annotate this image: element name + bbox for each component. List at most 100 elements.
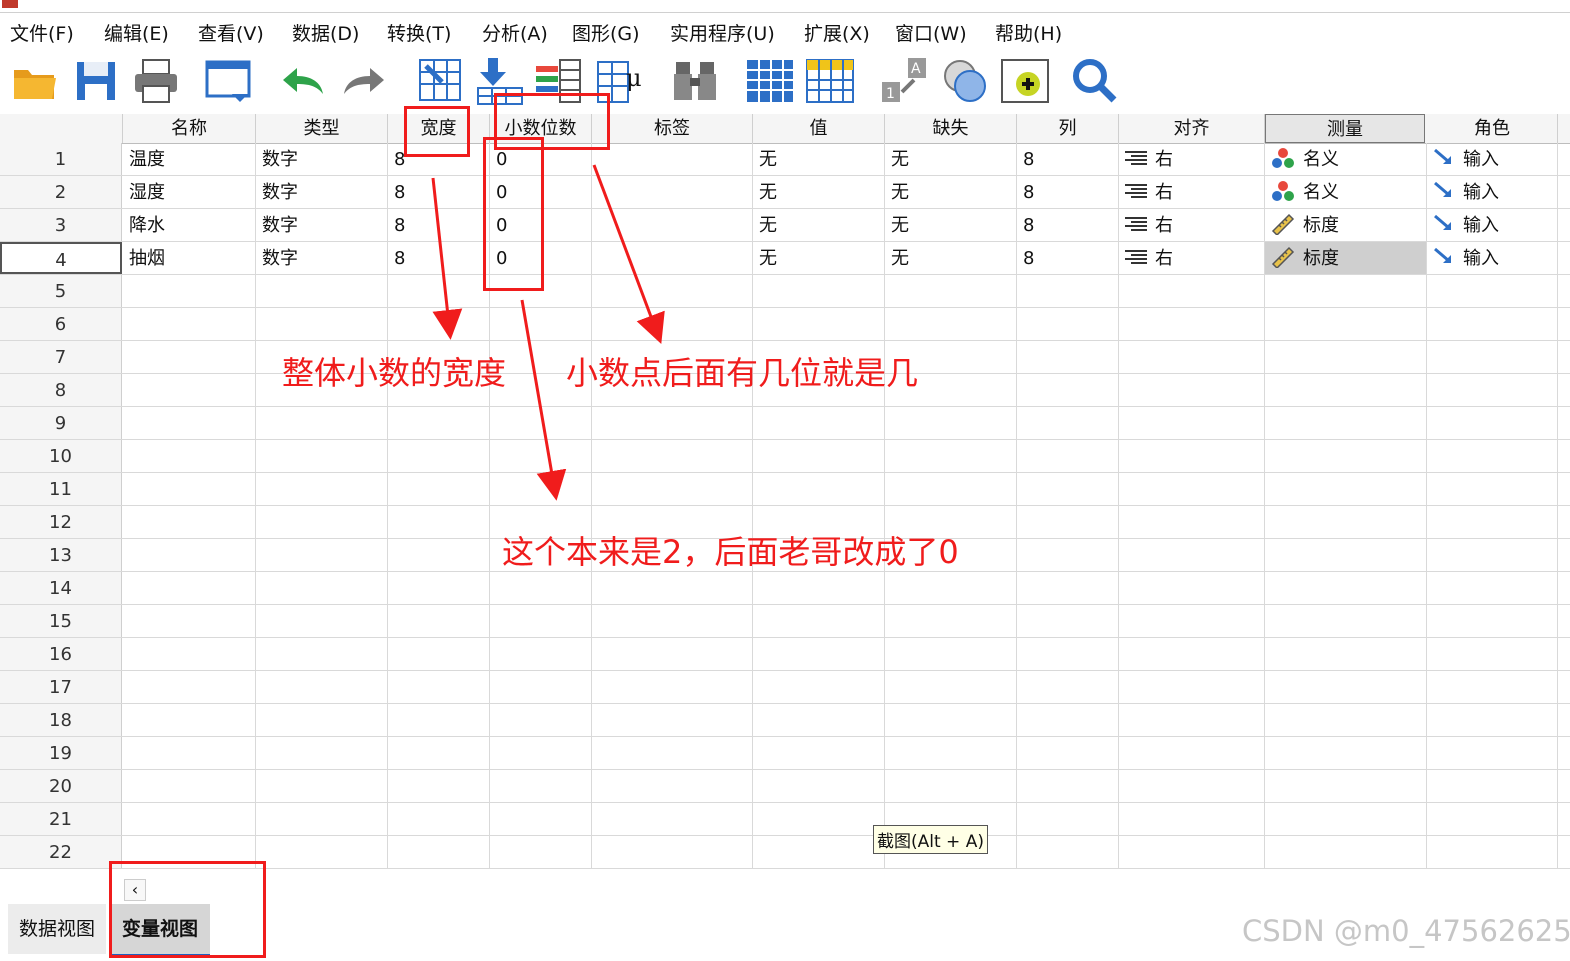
cell-label[interactable] xyxy=(592,605,753,637)
cell-measure[interactable] xyxy=(1265,605,1427,637)
cell-width[interactable] xyxy=(388,671,490,703)
cell-label[interactable] xyxy=(592,836,753,868)
insert-variable-icon[interactable] xyxy=(805,56,855,106)
cell-name[interactable] xyxy=(123,572,256,604)
search-icon[interactable] xyxy=(1070,56,1120,106)
cell-decimals[interactable] xyxy=(490,308,592,340)
row-number[interactable]: 14 xyxy=(0,572,122,604)
cell-align[interactable] xyxy=(1119,308,1265,340)
cell-decimals[interactable] xyxy=(490,440,592,472)
cell-decimals[interactable] xyxy=(490,572,592,604)
cell-role[interactable] xyxy=(1427,440,1558,472)
cell-decimals[interactable] xyxy=(490,770,592,802)
cell-width[interactable] xyxy=(388,407,490,439)
cell-type[interactable] xyxy=(256,275,388,307)
cell-missing[interactable] xyxy=(885,704,1017,736)
cell-width[interactable]: 8 xyxy=(388,176,490,208)
cell-type[interactable] xyxy=(256,440,388,472)
value-labels-icon[interactable] xyxy=(1000,56,1050,106)
menu-help[interactable]: 帮助(H) xyxy=(995,19,1062,46)
header-measure[interactable]: 测量 xyxy=(1265,114,1425,143)
cell-type[interactable] xyxy=(256,836,388,868)
cell-width[interactable] xyxy=(388,638,490,670)
cell-role[interactable] xyxy=(1427,605,1558,637)
cell-decimals[interactable] xyxy=(490,638,592,670)
cell-type[interactable]: 数字 xyxy=(256,176,388,208)
header-role[interactable]: 角色 xyxy=(1427,114,1558,143)
cell-role[interactable]: 输入 xyxy=(1427,176,1558,208)
row-number[interactable]: 6 xyxy=(0,308,122,340)
cell-columns[interactable] xyxy=(1017,473,1119,505)
cell-role[interactable] xyxy=(1427,638,1558,670)
cell-type[interactable]: 数字 xyxy=(256,209,388,241)
row-number[interactable]: 7 xyxy=(0,341,122,373)
cell-columns[interactable] xyxy=(1017,704,1119,736)
cell-columns[interactable]: 8 xyxy=(1017,143,1119,175)
cell-role[interactable]: 输入 xyxy=(1427,209,1558,241)
cell-align[interactable]: 右 xyxy=(1119,242,1265,274)
cell-columns[interactable] xyxy=(1017,374,1119,406)
cell-measure[interactable]: 名义 xyxy=(1265,143,1427,175)
cell-role[interactable] xyxy=(1427,572,1558,604)
cell-name[interactable]: 湿度 xyxy=(123,176,256,208)
row-number[interactable]: 20 xyxy=(0,770,122,802)
cell-name[interactable] xyxy=(123,770,256,802)
row-number[interactable]: 2 xyxy=(0,176,122,208)
cell-width[interactable]: 8 xyxy=(388,209,490,241)
cell-missing[interactable] xyxy=(885,275,1017,307)
cell-align[interactable] xyxy=(1119,473,1265,505)
cell-missing[interactable] xyxy=(885,473,1017,505)
row-number[interactable]: 19 xyxy=(0,737,122,769)
cell-name[interactable] xyxy=(123,440,256,472)
cell-decimals[interactable] xyxy=(490,737,592,769)
cell-values[interactable] xyxy=(753,308,885,340)
cell-decimals[interactable] xyxy=(490,671,592,703)
cell-role[interactable] xyxy=(1427,374,1558,406)
cell-width[interactable] xyxy=(388,605,490,637)
cell-align[interactable] xyxy=(1119,506,1265,538)
menu-data[interactable]: 数据(D) xyxy=(292,19,359,46)
cell-width[interactable] xyxy=(388,539,490,571)
cell-name[interactable] xyxy=(123,275,256,307)
cell-name[interactable] xyxy=(123,704,256,736)
cell-columns[interactable] xyxy=(1017,341,1119,373)
cell-columns[interactable] xyxy=(1017,506,1119,538)
cell-role[interactable] xyxy=(1427,836,1558,868)
cell-label[interactable] xyxy=(592,407,753,439)
cell-role[interactable] xyxy=(1427,539,1558,571)
cell-role[interactable]: 输入 xyxy=(1427,143,1558,175)
cell-missing[interactable]: 无 xyxy=(885,143,1017,175)
open-folder-icon[interactable] xyxy=(10,56,60,106)
cell-name[interactable] xyxy=(123,506,256,538)
cell-measure[interactable] xyxy=(1265,836,1427,868)
cell-type[interactable]: 数字 xyxy=(256,242,388,274)
cell-label[interactable] xyxy=(592,803,753,835)
cell-align[interactable]: 右 xyxy=(1119,176,1265,208)
cell-width[interactable] xyxy=(388,572,490,604)
cell-name[interactable] xyxy=(123,539,256,571)
cell-measure[interactable] xyxy=(1265,572,1427,604)
row-number[interactable]: 12 xyxy=(0,506,122,538)
cell-measure[interactable] xyxy=(1265,704,1427,736)
cell-missing[interactable]: 无 xyxy=(885,209,1017,241)
cell-measure[interactable] xyxy=(1265,506,1427,538)
menu-analyze[interactable]: 分析(A) xyxy=(482,19,548,46)
cell-values[interactable] xyxy=(753,473,885,505)
cell-missing[interactable] xyxy=(885,737,1017,769)
cell-missing[interactable]: 无 xyxy=(885,242,1017,274)
cell-width[interactable] xyxy=(388,440,490,472)
cell-columns[interactable] xyxy=(1017,770,1119,802)
cell-measure[interactable] xyxy=(1265,539,1427,571)
cell-columns[interactable]: 8 xyxy=(1017,209,1119,241)
cell-label[interactable] xyxy=(592,572,753,604)
tab-data-view[interactable]: 数据视图 xyxy=(8,904,106,954)
cell-align[interactable] xyxy=(1119,704,1265,736)
cell-name[interactable] xyxy=(123,308,256,340)
cell-label[interactable] xyxy=(592,275,753,307)
cell-align[interactable] xyxy=(1119,803,1265,835)
cell-role[interactable] xyxy=(1427,407,1558,439)
header-label[interactable]: 标签 xyxy=(592,114,753,143)
row-number[interactable]: 9 xyxy=(0,407,122,439)
cell-values[interactable]: 无 xyxy=(753,209,885,241)
row-number[interactable]: 11 xyxy=(0,473,122,505)
